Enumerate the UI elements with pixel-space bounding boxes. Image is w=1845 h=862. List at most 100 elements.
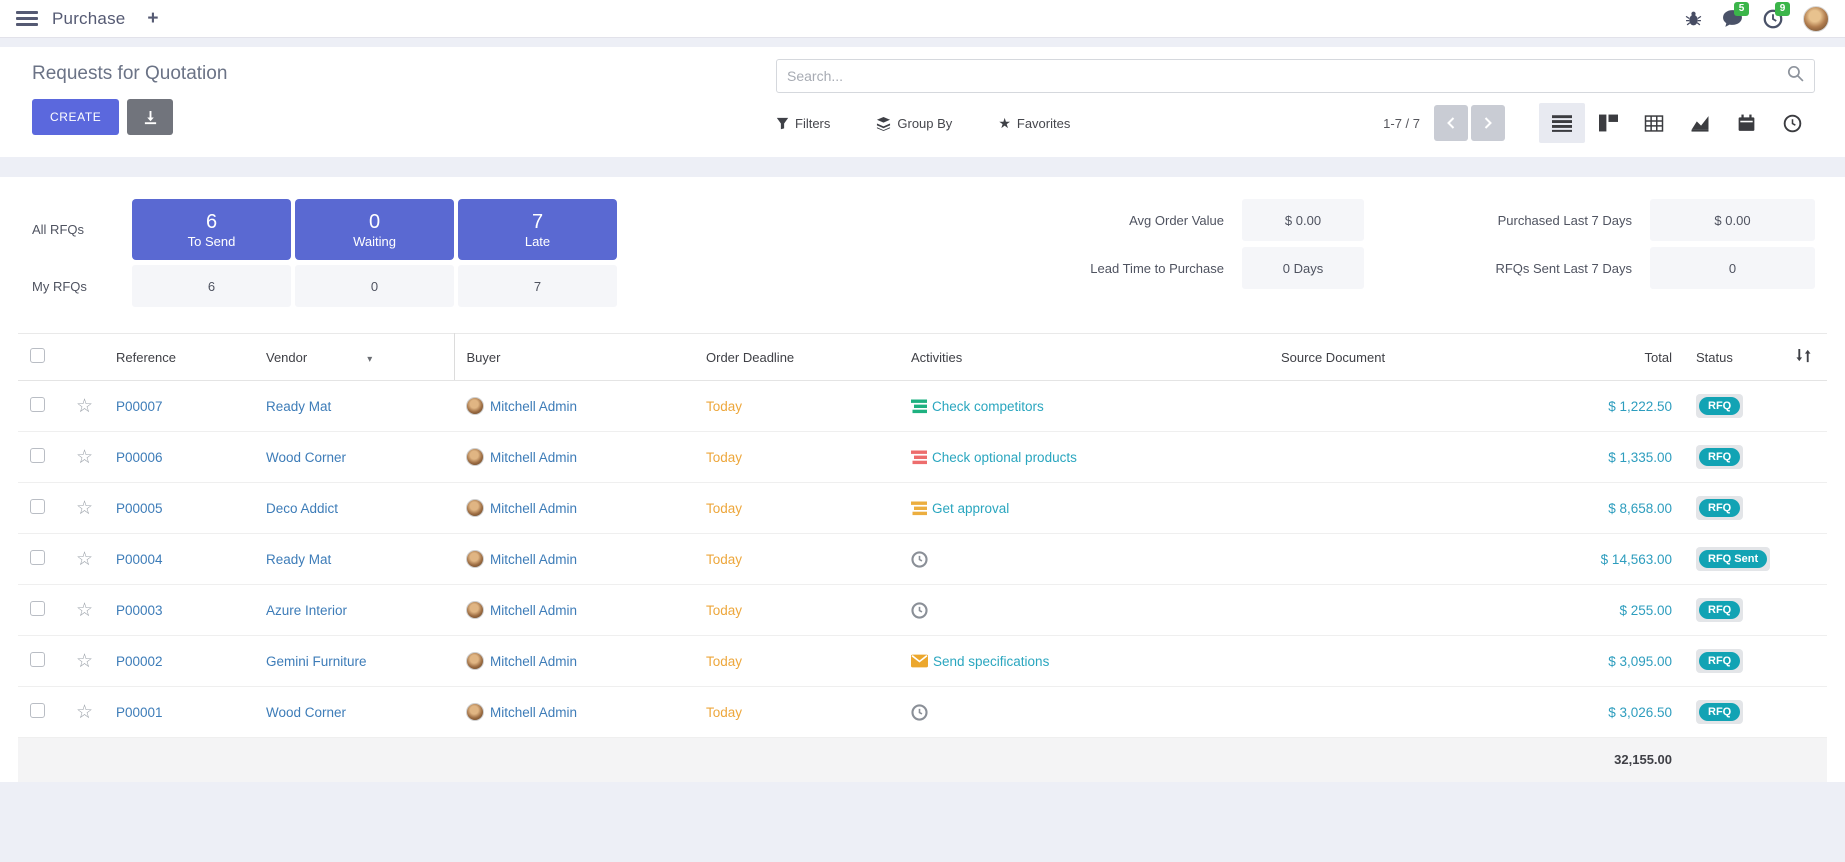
export-button[interactable] bbox=[127, 99, 173, 135]
table-row[interactable]: ☆ P00007 Ready Mat Mitchell Admin Today … bbox=[18, 381, 1827, 432]
vendor-link[interactable]: Wood Corner bbox=[266, 705, 346, 720]
header-order-deadline[interactable]: Order Deadline bbox=[694, 334, 899, 381]
filters-button[interactable]: Filters bbox=[776, 116, 830, 131]
user-avatar[interactable] bbox=[1803, 6, 1829, 32]
header-reference[interactable]: Reference bbox=[104, 334, 254, 381]
vendor-link[interactable]: Azure Interior bbox=[266, 603, 347, 618]
graph-view-button[interactable] bbox=[1677, 103, 1723, 143]
activity-cell[interactable]: Get approval bbox=[911, 501, 1257, 516]
create-button[interactable]: CREATE bbox=[32, 99, 119, 135]
vendor-link[interactable]: Ready Mat bbox=[266, 552, 331, 567]
control-panel: Requests for Quotation CREATE Filters Gr… bbox=[0, 47, 1845, 157]
activity-cell[interactable] bbox=[911, 704, 1257, 721]
pager-range: 1-7 / 7 bbox=[1383, 116, 1420, 131]
row-checkbox[interactable] bbox=[30, 703, 45, 718]
reference-link[interactable]: P00001 bbox=[116, 705, 163, 720]
vendor-link[interactable]: Gemini Furniture bbox=[266, 654, 367, 669]
activity-cell[interactable] bbox=[911, 602, 1257, 619]
search-bar[interactable] bbox=[776, 59, 1815, 93]
favorite-star-icon[interactable]: ☆ bbox=[76, 396, 93, 417]
buyer-link[interactable]: Mitchell Admin bbox=[490, 552, 577, 567]
favorites-button[interactable]: ★ Favorites bbox=[998, 115, 1070, 132]
row-checkbox[interactable] bbox=[30, 601, 45, 616]
debug-bug-icon[interactable] bbox=[1685, 10, 1702, 27]
status-badge: RFQ bbox=[1699, 499, 1740, 517]
header-vendor[interactable]: Vendor▾ bbox=[254, 334, 454, 381]
favorite-star-icon[interactable]: ☆ bbox=[76, 600, 93, 621]
buyer-link[interactable]: Mitchell Admin bbox=[490, 450, 577, 465]
status-badge: RFQ bbox=[1699, 397, 1740, 415]
activity-icon bbox=[911, 399, 927, 414]
row-checkbox[interactable] bbox=[30, 448, 45, 463]
kanban-view-button[interactable] bbox=[1585, 103, 1631, 143]
table-header-row: Reference Vendor▾ Buyer Order Deadline A… bbox=[18, 334, 1827, 381]
pager-next-button[interactable] bbox=[1471, 105, 1505, 141]
group-by-button[interactable]: Group By bbox=[876, 116, 952, 131]
header-status[interactable]: Status bbox=[1684, 334, 1779, 381]
favorite-star-icon[interactable]: ☆ bbox=[76, 651, 93, 672]
activity-cell[interactable]: Send specifications bbox=[911, 654, 1257, 669]
activity-cell[interactable] bbox=[911, 551, 1257, 568]
table-row[interactable]: ☆ P00005 Deco Addict Mitchell Admin Toda… bbox=[18, 483, 1827, 534]
pivot-view-button[interactable] bbox=[1631, 103, 1677, 143]
toggle-columns-button[interactable] bbox=[1779, 334, 1827, 381]
purchased-last-7-days: $ 0.00 bbox=[1650, 199, 1815, 241]
reference-link[interactable]: P00004 bbox=[116, 552, 163, 567]
list-view-button[interactable] bbox=[1539, 103, 1585, 143]
row-checkbox[interactable] bbox=[30, 397, 45, 412]
row-checkbox[interactable] bbox=[30, 550, 45, 565]
app-name[interactable]: Purchase bbox=[52, 9, 125, 29]
order-deadline: Today bbox=[694, 381, 899, 432]
activity-label: Check competitors bbox=[932, 399, 1044, 414]
activity-view-button[interactable] bbox=[1769, 103, 1815, 143]
vendor-link[interactable]: Ready Mat bbox=[266, 399, 331, 414]
favorite-star-icon[interactable]: ☆ bbox=[76, 447, 93, 468]
favorite-star-icon[interactable]: ☆ bbox=[76, 498, 93, 519]
buyer-link[interactable]: Mitchell Admin bbox=[490, 654, 577, 669]
calendar-view-button[interactable] bbox=[1723, 103, 1769, 143]
table-row[interactable]: ☆ P00006 Wood Corner Mitchell Admin Toda… bbox=[18, 432, 1827, 483]
my-to-send-tile[interactable]: 6 bbox=[132, 265, 291, 307]
messages-count-badge: 5 bbox=[1734, 2, 1749, 16]
favorite-star-icon[interactable]: ☆ bbox=[76, 549, 93, 570]
select-all-checkbox[interactable] bbox=[30, 348, 45, 363]
pager-previous-button[interactable] bbox=[1434, 105, 1468, 141]
reference-link[interactable]: P00007 bbox=[116, 399, 163, 414]
buyer-link[interactable]: Mitchell Admin bbox=[490, 501, 577, 516]
table-row[interactable]: ☆ P00001 Wood Corner Mitchell Admin Toda… bbox=[18, 687, 1827, 738]
header-activities[interactable]: Activities bbox=[899, 334, 1269, 381]
activity-cell[interactable]: Check optional products bbox=[911, 450, 1257, 465]
apps-menu-icon[interactable] bbox=[16, 8, 38, 29]
kpi-to-send-tile[interactable]: 6 To Send bbox=[132, 199, 291, 260]
reference-link[interactable]: P00003 bbox=[116, 603, 163, 618]
vendor-link[interactable]: Wood Corner bbox=[266, 450, 346, 465]
messages-icon[interactable]: 5 bbox=[1722, 9, 1743, 28]
favorite-star-icon[interactable]: ☆ bbox=[76, 702, 93, 723]
table-row[interactable]: ☆ P00004 Ready Mat Mitchell Admin Today … bbox=[18, 534, 1827, 585]
vendor-link[interactable]: Deco Addict bbox=[266, 501, 338, 516]
reference-link[interactable]: P00005 bbox=[116, 501, 163, 516]
buyer-link[interactable]: Mitchell Admin bbox=[490, 603, 577, 618]
table-row[interactable]: ☆ P00002 Gemini Furniture Mitchell Admin… bbox=[18, 636, 1827, 687]
header-source-document[interactable]: Source Document bbox=[1269, 334, 1534, 381]
row-checkbox[interactable] bbox=[30, 499, 45, 514]
table-row[interactable]: ☆ P00003 Azure Interior Mitchell Admin T… bbox=[18, 585, 1827, 636]
activities-icon[interactable]: 9 bbox=[1763, 9, 1783, 29]
search-icon[interactable] bbox=[1787, 65, 1804, 87]
my-waiting-tile[interactable]: 0 bbox=[295, 265, 454, 307]
reference-link[interactable]: P00006 bbox=[116, 450, 163, 465]
activity-cell[interactable]: Check competitors bbox=[911, 399, 1257, 414]
header-buyer[interactable]: Buyer bbox=[454, 334, 694, 381]
my-late-tile[interactable]: 7 bbox=[458, 265, 617, 307]
header-total[interactable]: Total bbox=[1534, 334, 1684, 381]
buyer-link[interactable]: Mitchell Admin bbox=[490, 399, 577, 414]
kpi-late-tile[interactable]: 7 Late bbox=[458, 199, 617, 260]
kpi-waiting-tile[interactable]: 0 Waiting bbox=[295, 199, 454, 260]
status-badge: RFQ bbox=[1699, 703, 1740, 721]
activity-label: Get approval bbox=[932, 501, 1009, 516]
row-checkbox[interactable] bbox=[30, 652, 45, 667]
search-input[interactable] bbox=[787, 68, 1787, 84]
new-tab-button[interactable]: + bbox=[147, 8, 158, 30]
reference-link[interactable]: P00002 bbox=[116, 654, 163, 669]
buyer-link[interactable]: Mitchell Admin bbox=[490, 705, 577, 720]
